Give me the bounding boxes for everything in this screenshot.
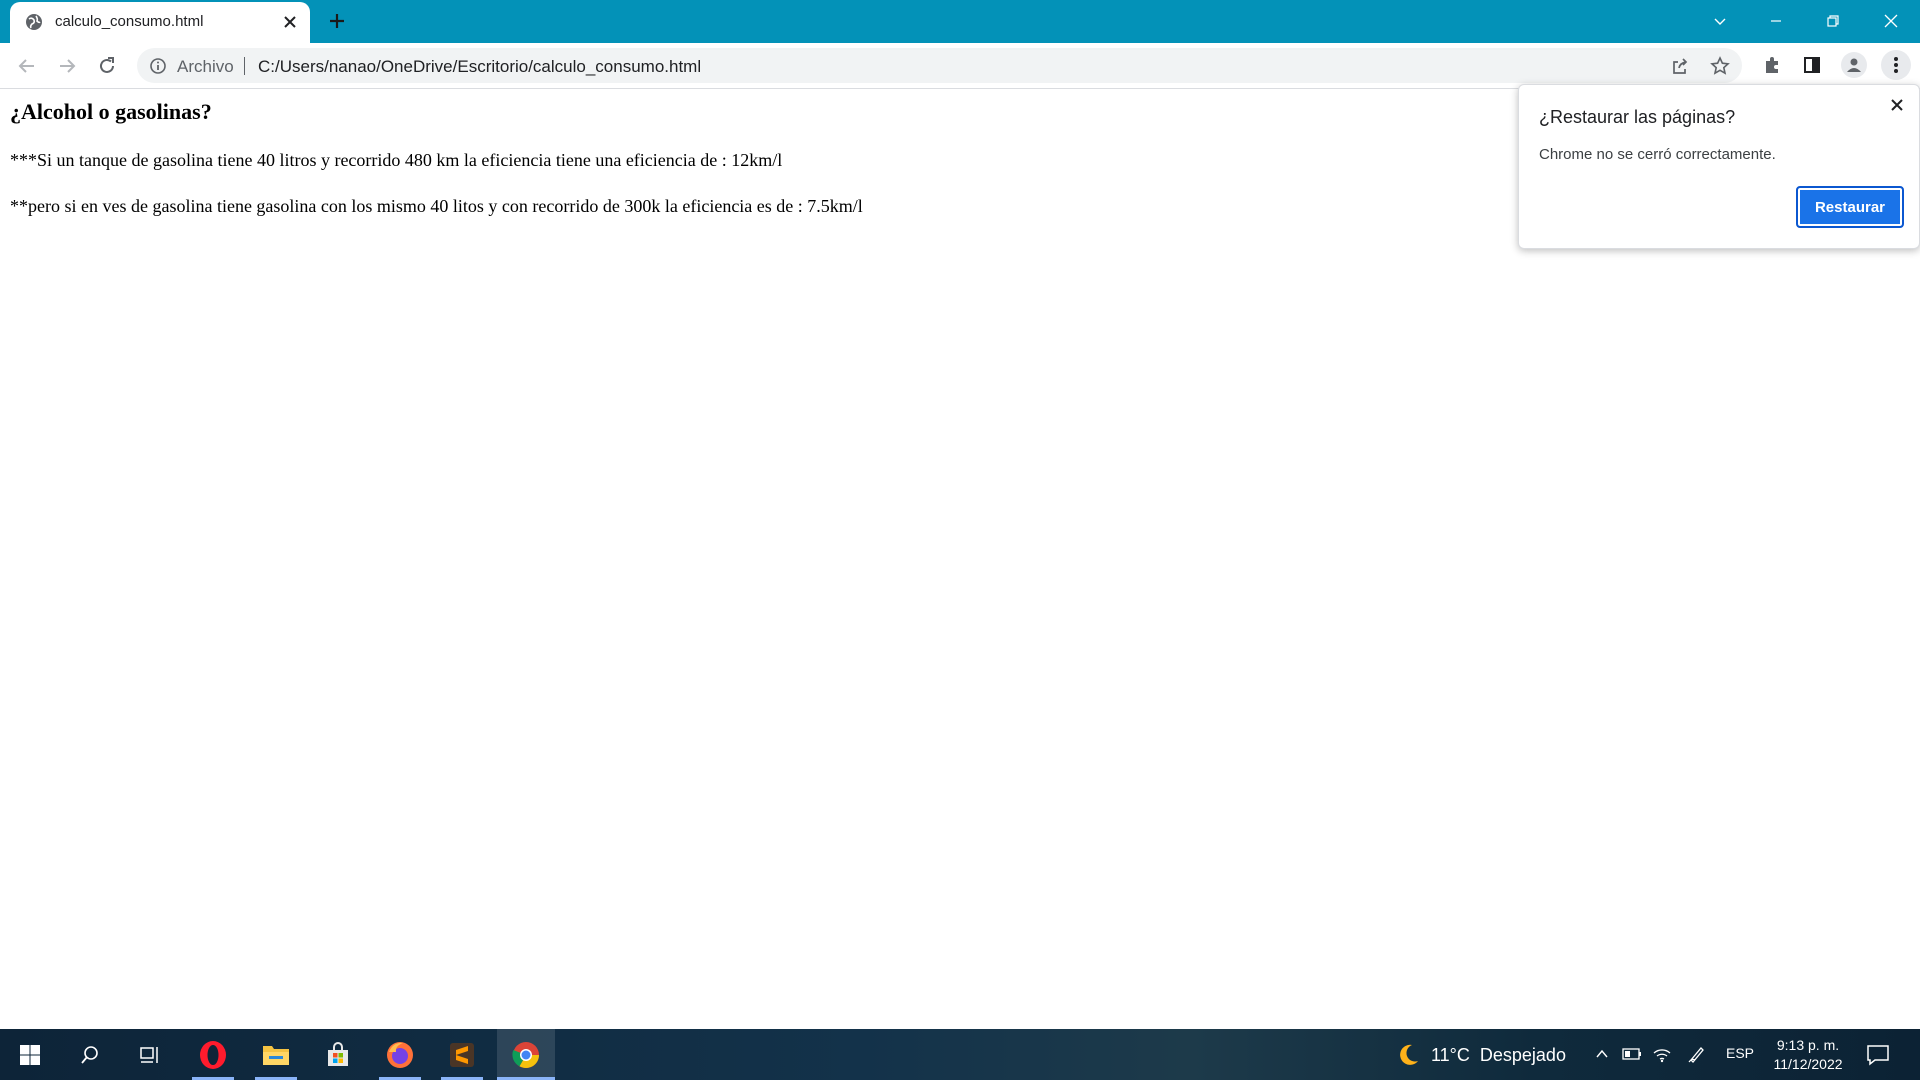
moon-icon <box>1400 1044 1418 1065</box>
start-icon[interactable] <box>3 1029 57 1080</box>
address-bar[interactable]: Archivo C:/Users/nanao/OneDrive/Escritor… <box>137 48 1742 83</box>
weather-condition: Despejado <box>1479 1044 1566 1065</box>
wifi-icon[interactable] <box>1651 1043 1673 1065</box>
task-view-icon[interactable] <box>123 1029 177 1080</box>
battery-icon[interactable] <box>1621 1043 1643 1065</box>
reload-icon[interactable] <box>92 51 122 81</box>
paragraph-first: ***Si un tanque de gasolina tiene 40 lit… <box>10 150 783 170</box>
tab-title: calculo_consumo.html <box>55 13 204 30</box>
weather-widget[interactable]: 11°C Despejado <box>1395 1042 1566 1068</box>
clock-date: 11/12/2022 <box>1773 1056 1843 1072</box>
back-icon[interactable] <box>12 51 42 81</box>
language-indicator[interactable]: ESP <box>1726 1045 1754 1061</box>
file-chip: Archivo <box>177 57 234 76</box>
globe-icon <box>26 14 42 30</box>
browser-titlebar: calculo_consumo.html <box>0 0 1920 43</box>
file-explorer-icon[interactable] <box>249 1029 303 1080</box>
clock-time: 9:13 p. m. <box>1776 1037 1840 1053</box>
dialog-close-icon[interactable] <box>1887 95 1907 115</box>
bookmark-star-icon[interactable] <box>1710 56 1730 76</box>
dialog-message: Chrome no se cerró correctamente. <box>1539 146 1776 163</box>
dialog-title: ¿Restaurar las páginas? <box>1539 107 1736 127</box>
firefox-icon[interactable] <box>373 1029 427 1080</box>
close-tab-icon[interactable] <box>280 12 300 32</box>
new-tab-icon[interactable] <box>325 9 349 33</box>
system-clock[interactable]: 9:13 p. m. 11/12/2022 <box>1765 1036 1851 1074</box>
notification-center-icon[interactable] <box>1865 1042 1891 1068</box>
tab-search-icon[interactable] <box>1705 6 1735 36</box>
restore-window-icon[interactable] <box>1818 6 1848 36</box>
address-separator <box>244 57 245 75</box>
sublime-text-icon[interactable] <box>435 1029 489 1080</box>
search-icon[interactable] <box>63 1029 117 1080</box>
share-icon[interactable] <box>1670 56 1690 76</box>
forward-icon[interactable] <box>52 51 82 81</box>
chevron-up-icon[interactable] <box>1591 1043 1613 1065</box>
windows-taskbar: 11°C Despejado ESP 9:13 p. m. 11/12/2022 <box>0 1029 1920 1080</box>
weather-temperature: 11°C <box>1431 1044 1470 1065</box>
pen-icon[interactable] <box>1686 1043 1708 1065</box>
microsoft-store-icon[interactable] <box>311 1029 365 1080</box>
browser-tab[interactable]: calculo_consumo.html <box>10 2 310 43</box>
restore-button[interactable]: Restaurar <box>1796 186 1904 228</box>
menu-kebab-icon[interactable] <box>1881 50 1911 80</box>
paragraph-second: **pero si en ves de gasolina tiene gasol… <box>10 196 863 216</box>
browser-toolbar: Archivo C:/Users/nanao/OneDrive/Escritor… <box>0 43 1920 89</box>
info-icon[interactable] <box>149 57 167 75</box>
profile-avatar-icon[interactable] <box>1841 52 1867 78</box>
restore-pages-dialog: ¿Restaurar las páginas? Chrome no se cer… <box>1518 84 1920 249</box>
extensions-icon[interactable] <box>1761 54 1783 76</box>
side-panel-icon[interactable] <box>1801 54 1823 76</box>
minimize-icon[interactable] <box>1761 6 1791 36</box>
chrome-icon[interactable] <box>497 1029 555 1080</box>
close-window-icon[interactable] <box>1876 6 1906 36</box>
opera-icon[interactable] <box>186 1029 240 1080</box>
url-text[interactable]: C:/Users/nanao/OneDrive/Escritorio/calcu… <box>258 57 701 77</box>
page-heading: ¿Alcohol o gasolinas? <box>10 99 212 124</box>
